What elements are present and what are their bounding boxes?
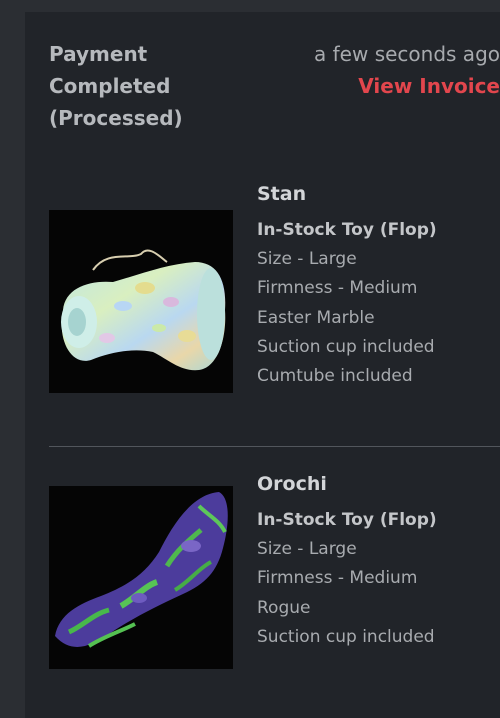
item-name: Stan xyxy=(257,183,307,205)
item-name: Orochi xyxy=(257,473,327,495)
item-divider xyxy=(49,446,500,447)
payment-status: Payment Completed (Processed) xyxy=(49,42,183,130)
view-invoice-link[interactable]: View Invoice xyxy=(358,70,500,102)
item-type: In-Stock Toy (Flop) xyxy=(257,510,437,530)
item-details-orochi: Orochi In-Stock Toy (Flop) Size - Large … xyxy=(257,470,437,652)
item-attribute: Size - Large xyxy=(257,539,357,559)
item-attribute: Rogue xyxy=(257,597,311,618)
item-attribute: Suction cup included xyxy=(257,626,435,647)
product-image-stan xyxy=(49,210,233,393)
item-attribute: Firmness - Medium xyxy=(257,278,418,299)
item-type: In-Stock Toy (Flop) xyxy=(257,220,437,240)
item-attribute: Easter Marble xyxy=(257,307,375,328)
product-image-orochi xyxy=(49,486,233,669)
item-details-stan: Stan In-Stock Toy (Flop) Size - Large Fi… xyxy=(257,180,437,391)
left-rail xyxy=(0,0,25,718)
item-attribute: Cumtube included xyxy=(257,366,413,387)
item-attribute: Firmness - Medium xyxy=(257,568,418,589)
item-attribute: Size - Large xyxy=(257,249,357,269)
order-timestamp: a few seconds ago xyxy=(314,42,500,66)
item-attribute: Suction cup included xyxy=(257,336,435,357)
